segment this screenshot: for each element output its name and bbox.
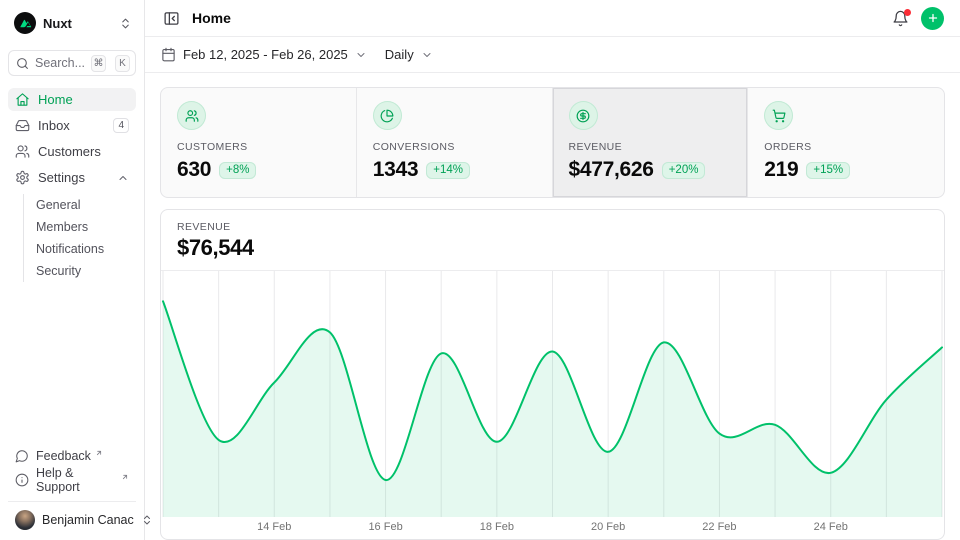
revenue-chart-card: REVENUE $76,544 14 Feb 16 Feb 18 Feb 20 Feb… (160, 209, 945, 540)
search-input[interactable]: Search... ⌘ K (8, 50, 136, 76)
search-placeholder: Search... (35, 56, 85, 70)
date-range-picker[interactable]: Feb 12, 2025 - Feb 26, 2025 (161, 47, 367, 62)
period-select[interactable]: Daily (385, 47, 433, 62)
stat-value: $477,626 (569, 158, 654, 182)
chevron-up-icon (117, 172, 129, 184)
gear-icon (15, 170, 30, 185)
chevron-down-icon (421, 49, 433, 61)
add-button[interactable] (921, 7, 944, 30)
delta-badge: +14% (426, 162, 470, 179)
stat-label: REVENUE (569, 141, 732, 153)
period-value: Daily (385, 47, 414, 62)
workspace-switcher[interactable]: Nuxt (8, 10, 136, 36)
settings-submenu: General Members Notifications Security (23, 194, 136, 282)
inbox-icon (15, 118, 30, 133)
main-panel: Home Feb 12, 2025 - Feb 26, 2025 (145, 0, 960, 540)
search-icon (16, 57, 29, 70)
workspace-name: Nuxt (43, 16, 112, 31)
delta-badge: +20% (662, 162, 706, 179)
feedback-link[interactable]: Feedback (8, 445, 136, 467)
dashboard-content: CUSTOMERS 630 +8% CONVERSIONS 1343 +14% (145, 73, 960, 540)
stat-card-conversions[interactable]: CONVERSIONS 1343 +14% (357, 88, 553, 197)
kbd-k: K (115, 55, 130, 72)
chevron-down-icon (355, 49, 367, 61)
notification-dot (904, 9, 911, 16)
shopping-cart-icon (764, 101, 793, 130)
user-menu[interactable]: Benjamin Canac (8, 501, 136, 532)
sidebar-item-inbox[interactable]: Inbox 4 (8, 114, 136, 137)
x-tick-label: 20 Feb (591, 521, 625, 533)
notifications-button[interactable] (890, 8, 911, 29)
filters-toolbar: Feb 12, 2025 - Feb 26, 2025 Daily (145, 37, 960, 73)
sidebar-item-label: Settings (38, 170, 109, 185)
x-tick-label: 18 Feb (480, 521, 514, 533)
help-support-label: Help & Support (36, 466, 117, 494)
x-tick-label: 16 Feb (368, 521, 402, 533)
inbox-count-badge: 4 (113, 118, 129, 133)
dollar-circle-icon (569, 101, 598, 130)
sidebar-item-label: Customers (38, 144, 129, 159)
stat-value: 219 (764, 158, 798, 182)
chart-title: REVENUE (177, 221, 928, 233)
delta-badge: +15% (806, 162, 850, 179)
chart-plot[interactable] (161, 271, 944, 517)
sidebar: Nuxt Search... ⌘ K Home (0, 0, 145, 540)
x-tick-label: 24 Feb (814, 521, 848, 533)
sidebar-nav: Home Inbox 4 Customers Settings (8, 88, 136, 282)
sidebar-item-settings[interactable]: Settings (8, 166, 136, 189)
stat-label: ORDERS (764, 141, 928, 153)
sidebar-item-notifications[interactable]: Notifications (36, 238, 136, 260)
info-circle-icon (15, 473, 29, 487)
user-avatar (15, 510, 35, 530)
kbd-cmd: ⌘ (91, 55, 106, 72)
stat-card-revenue[interactable]: REVENUE $477,626 +20% (553, 88, 749, 197)
message-circle-icon (15, 449, 29, 463)
x-tick-label: 22 Feb (702, 521, 736, 533)
date-range-value: Feb 12, 2025 - Feb 26, 2025 (183, 47, 348, 62)
chart-current-value: $76,544 (177, 235, 928, 261)
sidebar-item-label: Home (38, 92, 129, 107)
stat-card-customers[interactable]: CUSTOMERS 630 +8% (161, 88, 357, 197)
users-icon (177, 101, 206, 130)
users-icon (15, 144, 30, 159)
collapse-sidebar-button[interactable] (161, 8, 182, 29)
chevrons-up-down-icon (119, 17, 132, 30)
x-tick-label: 14 Feb (257, 521, 291, 533)
stats-row: CUSTOMERS 630 +8% CONVERSIONS 1343 +14% (160, 87, 945, 198)
stat-card-orders[interactable]: ORDERS 219 +15% (748, 88, 944, 197)
calendar-icon (161, 47, 176, 62)
stat-value: 630 (177, 158, 211, 182)
chart-header: REVENUE $76,544 (161, 210, 944, 271)
page-title: Home (192, 10, 231, 26)
pie-chart-icon (373, 101, 402, 130)
top-header: Home (145, 0, 960, 37)
area-chart (161, 271, 944, 517)
stat-label: CUSTOMERS (177, 141, 340, 153)
sidebar-item-customers[interactable]: Customers (8, 140, 136, 163)
sidebar-item-home[interactable]: Home (8, 88, 136, 111)
external-link-icon (121, 473, 129, 481)
sidebar-item-label: Inbox (38, 118, 105, 133)
sidebar-footer: Feedback Help & Support Benjamin Canac (8, 445, 136, 532)
chart-x-axis: 14 Feb 16 Feb 18 Feb 20 Feb 22 Feb 24 Feb (161, 517, 944, 539)
app-window: Nuxt Search... ⌘ K Home (0, 0, 960, 540)
delta-badge: +8% (219, 162, 256, 179)
home-icon (15, 92, 30, 107)
sidebar-item-general[interactable]: General (36, 194, 136, 216)
stat-label: CONVERSIONS (373, 141, 536, 153)
user-name: Benjamin Canac (42, 513, 134, 527)
external-link-icon (95, 449, 103, 457)
sidebar-item-members[interactable]: Members (36, 216, 136, 238)
nuxt-logo-icon (14, 12, 36, 34)
header-actions (890, 7, 944, 30)
stat-value: 1343 (373, 158, 419, 182)
feedback-label: Feedback (36, 449, 91, 463)
help-support-link[interactable]: Help & Support (8, 469, 136, 491)
sidebar-item-security[interactable]: Security (36, 260, 136, 282)
